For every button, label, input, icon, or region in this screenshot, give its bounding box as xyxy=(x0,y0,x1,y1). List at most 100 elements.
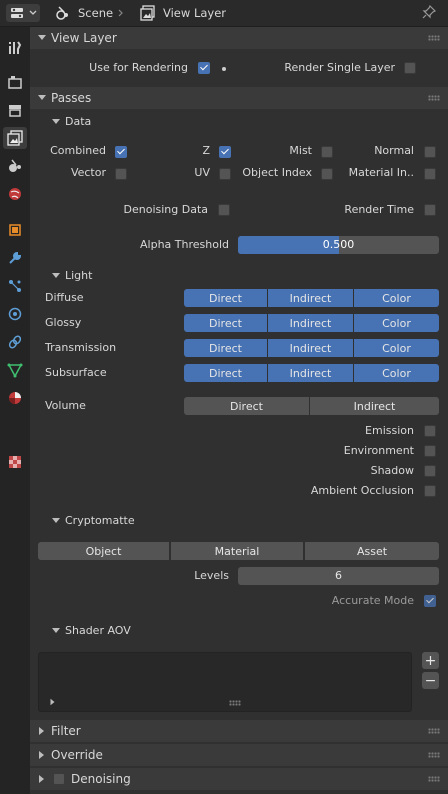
shadow-checkbox[interactable] xyxy=(424,465,436,477)
subsurface-color-button[interactable]: Color xyxy=(354,364,439,382)
drag-handle-icon[interactable] xyxy=(428,776,440,782)
subpanel-header-cryptomatte[interactable]: Cryptomatte xyxy=(38,511,438,531)
expand-triangle-icon xyxy=(39,775,44,783)
tool-icon xyxy=(9,41,22,54)
list-resize-handle-icon[interactable] xyxy=(229,700,241,706)
subpanel-title: Cryptomatte xyxy=(65,514,135,527)
tab-constraints[interactable] xyxy=(3,331,27,353)
panel-header-passes[interactable]: Passes xyxy=(30,87,448,109)
add-aov-button[interactable]: + xyxy=(422,652,439,669)
breadcrumb-view-layer[interactable]: View Layer xyxy=(163,5,226,21)
mist-label: Mist xyxy=(289,144,312,157)
tab-object[interactable] xyxy=(3,219,27,241)
normal-label: Normal xyxy=(374,144,414,157)
diffuse-color-button[interactable]: Color xyxy=(354,289,439,307)
collapse-triangle-icon xyxy=(38,95,46,100)
tab-render[interactable] xyxy=(3,71,27,93)
remove-aov-button[interactable]: − xyxy=(422,672,439,689)
subsurface-indirect-button[interactable]: Indirect xyxy=(268,364,353,382)
panel-header-view-layer[interactable]: View Layer xyxy=(30,27,448,49)
vector-checkbox[interactable] xyxy=(115,168,127,180)
tab-modifiers[interactable] xyxy=(3,247,27,269)
subpanel-title: Light xyxy=(65,269,93,282)
object-icon xyxy=(9,224,21,236)
editor-type-button[interactable] xyxy=(6,4,40,22)
panel-header-filter[interactable]: Filter xyxy=(30,720,448,742)
render-time-checkbox[interactable] xyxy=(424,204,436,216)
glossy-direct-button[interactable]: Direct xyxy=(184,314,267,332)
cryptomatte-object-button[interactable]: Object xyxy=(38,542,169,560)
subpanel-header-light[interactable]: Light xyxy=(38,266,438,286)
object-index-label: Object Index xyxy=(242,166,312,179)
volume-direct-button[interactable]: Direct xyxy=(184,397,309,415)
denoising-enable-checkbox[interactable] xyxy=(53,773,65,785)
combined-checkbox[interactable] xyxy=(115,146,127,158)
tab-material[interactable] xyxy=(3,387,27,409)
tab-particles[interactable] xyxy=(3,275,27,297)
tab-data[interactable] xyxy=(3,359,27,381)
diffuse-direct-button[interactable]: Direct xyxy=(184,289,267,307)
drag-handle-icon[interactable] xyxy=(428,95,440,101)
properties-main-area: View Layer Use for Rendering Render Sing… xyxy=(30,27,448,794)
tab-scene[interactable] xyxy=(3,155,27,177)
use-for-rendering-checkbox[interactable] xyxy=(198,62,210,74)
properties-header: Scene View Layer xyxy=(0,0,448,27)
glossy-label: Glossy xyxy=(45,316,82,329)
accurate-mode-checkbox[interactable] xyxy=(424,595,436,607)
drag-handle-icon[interactable] xyxy=(428,728,440,734)
z-checkbox[interactable] xyxy=(219,146,231,158)
tab-view-layer[interactable] xyxy=(3,127,27,149)
object-index-checkbox[interactable] xyxy=(321,168,333,180)
drag-handle-icon[interactable] xyxy=(428,35,440,41)
glossy-color-button[interactable]: Color xyxy=(354,314,439,332)
mist-checkbox[interactable] xyxy=(321,146,333,158)
subpanel-header-data[interactable]: Data xyxy=(38,112,438,132)
panel-header-denoising[interactable]: Denoising xyxy=(30,768,448,790)
tab-tool[interactable] xyxy=(3,37,27,59)
constraints-icon xyxy=(8,335,22,349)
environment-checkbox[interactable] xyxy=(424,445,436,457)
combined-label: Combined xyxy=(50,144,106,157)
subpanel-title: Shader AOV xyxy=(65,624,131,637)
aov-list[interactable] xyxy=(38,652,412,712)
denoising-data-checkbox[interactable] xyxy=(218,204,230,216)
glossy-indirect-button[interactable]: Indirect xyxy=(268,314,353,332)
drag-handle-icon[interactable] xyxy=(428,752,440,758)
tab-output[interactable] xyxy=(3,99,27,121)
emission-checkbox[interactable] xyxy=(424,425,436,437)
tab-texture[interactable] xyxy=(3,451,27,473)
breadcrumb-scene[interactable]: Scene xyxy=(78,5,113,21)
material-index-checkbox[interactable] xyxy=(424,168,436,180)
render-single-layer-checkbox[interactable] xyxy=(404,62,416,74)
transmission-indirect-button[interactable]: Indirect xyxy=(268,339,353,357)
material-index-label: Material In.. xyxy=(348,166,414,179)
animate-property-dot-icon[interactable] xyxy=(222,67,226,71)
alpha-threshold-slider[interactable]: 0.500 xyxy=(238,236,439,254)
cryptomatte-material-button[interactable]: Material xyxy=(171,542,303,560)
diffuse-indirect-button[interactable]: Indirect xyxy=(268,289,353,307)
subsurface-direct-button[interactable]: Direct xyxy=(184,364,267,382)
tab-world[interactable] xyxy=(3,183,27,205)
panel-title: Passes xyxy=(51,91,92,105)
panel-header-override[interactable]: Override xyxy=(30,744,448,766)
tab-physics[interactable] xyxy=(3,303,27,325)
cryptomatte-asset-button[interactable]: Asset xyxy=(305,542,439,560)
volume-indirect-button[interactable]: Indirect xyxy=(310,397,439,415)
levels-field[interactable]: 6 xyxy=(238,567,439,585)
collapse-triangle-icon xyxy=(52,628,60,633)
volume-label: Volume xyxy=(45,399,86,412)
list-expand-triangle-icon[interactable] xyxy=(50,698,55,706)
properties-editor-icon xyxy=(11,8,23,18)
texture-icon xyxy=(9,456,21,468)
transmission-direct-button[interactable]: Direct xyxy=(184,339,267,357)
collapse-triangle-icon xyxy=(52,119,60,124)
alpha-threshold-label: Alpha Threshold xyxy=(140,238,229,251)
uv-label: UV xyxy=(194,166,210,179)
subpanel-header-shader-aov[interactable]: Shader AOV xyxy=(38,621,438,641)
transmission-color-button[interactable]: Color xyxy=(354,339,439,357)
ambient-occlusion-checkbox[interactable] xyxy=(424,485,436,497)
normal-checkbox[interactable] xyxy=(424,146,436,158)
pin-icon[interactable] xyxy=(422,5,436,19)
use-for-rendering-label: Use for Rendering xyxy=(89,61,188,74)
z-label: Z xyxy=(202,144,210,157)
